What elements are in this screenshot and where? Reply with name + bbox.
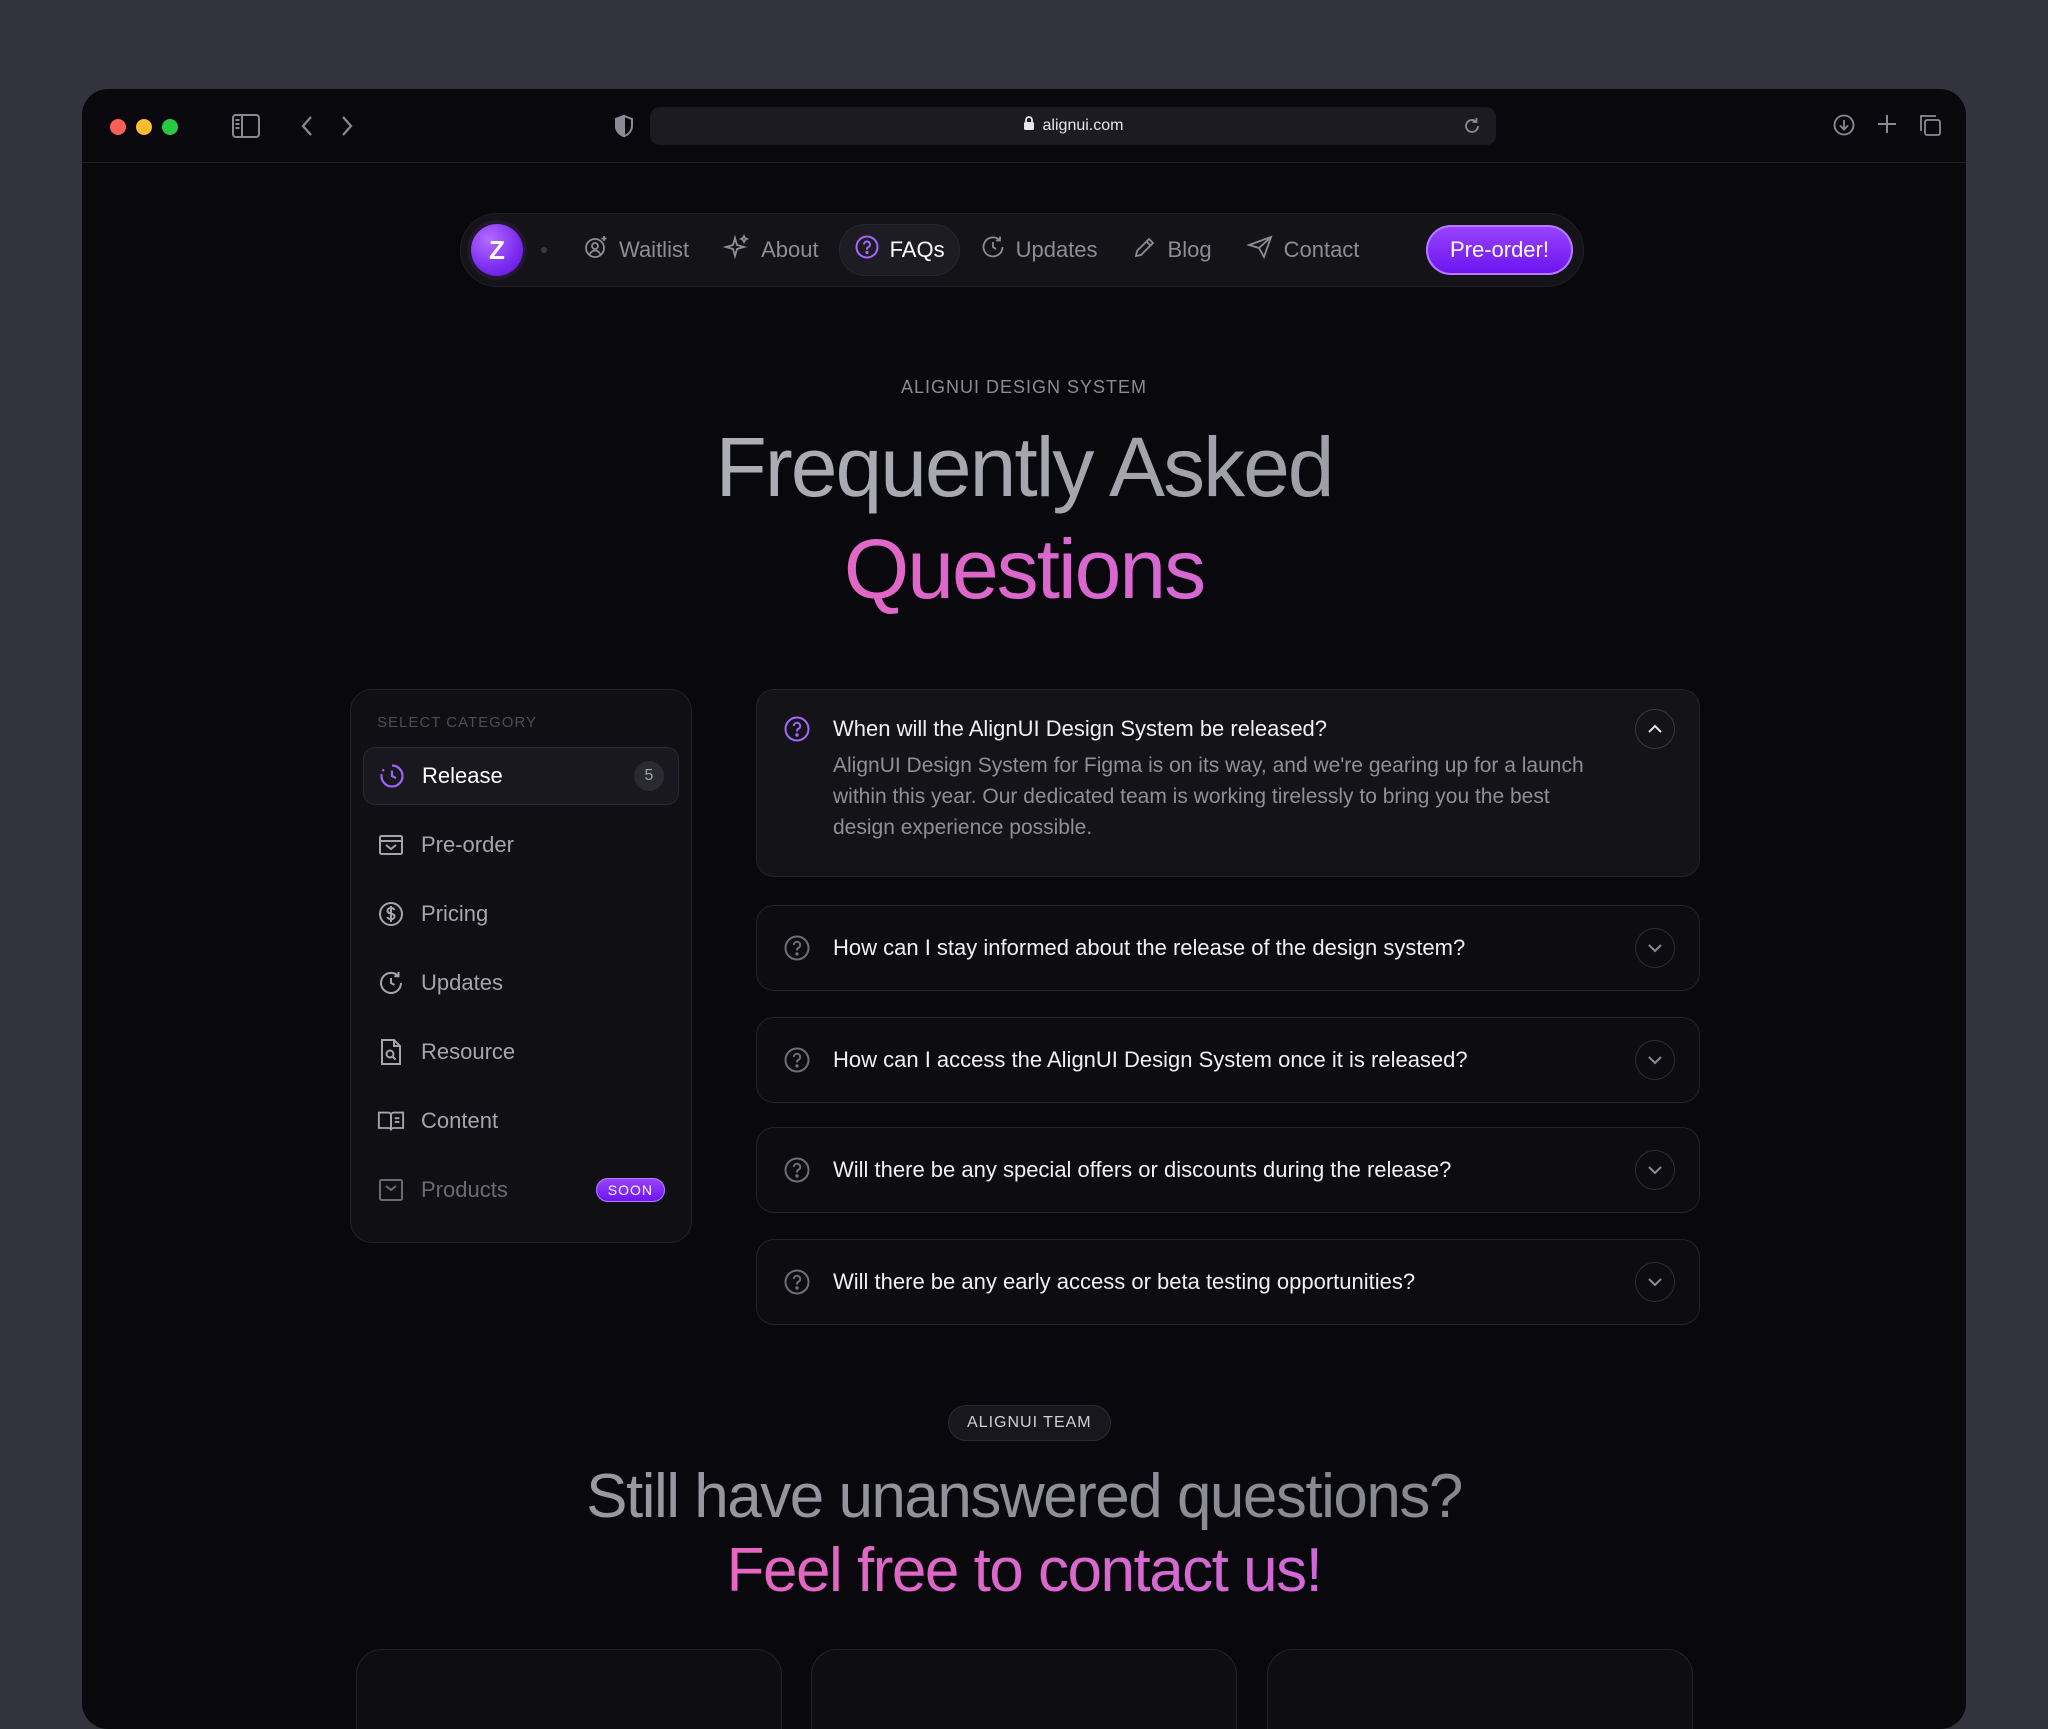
nav-item-updates[interactable]: Updates [966,224,1112,276]
updates-icon [377,969,405,997]
alignui-logo[interactable]: Z [471,224,523,276]
contact-card[interactable] [356,1649,782,1729]
category-count-badge: 5 [634,761,664,791]
faq-item[interactable]: Will there be any special offers or disc… [756,1127,1700,1213]
tab-overview-icon[interactable] [1918,113,1942,142]
chevron-down-icon[interactable] [1635,1150,1675,1190]
faq-question: How can I stay informed about the releas… [833,935,1466,960]
nav-item-contact[interactable]: Contact [1232,224,1374,276]
browser-chrome: alignui.com [82,89,1966,163]
category-panel: SELECT CATEGORY Release 5 Pre-order Pric… [350,689,692,1243]
faq-answer: AlignUI Design System for Figma is on it… [833,754,1584,839]
forward-icon[interactable] [340,115,354,142]
category-products: Products SOON [363,1161,679,1219]
nav-separator [541,247,547,253]
pencil-icon [1132,234,1158,266]
question-icon [783,934,811,962]
main-nav: Z Waitlist About FAQs Updates Blog Conta… [460,213,1584,287]
archive-icon [377,832,405,858]
question-icon [783,715,811,743]
chevron-down-icon[interactable] [1635,1262,1675,1302]
soon-badge: SOON [595,1178,665,1202]
shield-icon[interactable] [614,114,634,143]
send-icon [1245,234,1274,266]
maximize-window-button[interactable] [162,119,178,135]
nav-label: About [761,237,819,262]
category-release[interactable]: Release 5 [363,747,679,805]
faq-question: How can I access the AlignUI Design Syst… [833,1047,1468,1072]
chevron-down-icon[interactable] [1635,1040,1675,1080]
question-icon [854,234,880,266]
nav-item-faqs[interactable]: FAQs [838,224,960,276]
dollar-icon [377,900,405,928]
hero-title: Frequently Asked [82,419,1966,516]
category-label: Products [421,1177,508,1202]
nav-item-blog[interactable]: Blog [1118,224,1226,276]
faq-item[interactable]: How can I access the AlignUI Design Syst… [756,1017,1700,1103]
category-label: Pricing [421,901,489,926]
contact-card[interactable] [1267,1649,1693,1729]
category-updates[interactable]: Updates [363,954,679,1012]
nav-label: FAQs [889,237,945,262]
browser-window: alignui.com Z Waitlist About FAQs Update… [82,89,1966,1729]
lock-icon [1023,116,1035,136]
question-icon [783,1268,811,1296]
faq-question: Will there be any special offers or disc… [833,1157,1452,1182]
contact-title: Still have unanswered questions? [82,1461,1966,1532]
chevron-up-icon[interactable] [1635,709,1675,749]
file-search-icon [377,1038,405,1066]
chevron-down-icon[interactable] [1635,928,1675,968]
question-icon [783,1156,811,1184]
hero-eyebrow: ALIGNUI DESIGN SYSTEM [900,377,1148,397]
contact-card[interactable] [811,1649,1237,1729]
category-label: Content [421,1108,499,1133]
category-label: Resource [421,1039,516,1064]
reload-icon[interactable] [1462,116,1482,141]
category-label: Pre-order [421,832,514,857]
updates-icon [980,234,1006,266]
contact-title-highlight: Feel free to contact us! [82,1535,1966,1606]
download-icon[interactable] [1832,113,1856,142]
back-icon[interactable] [300,115,314,142]
nav-item-about[interactable]: About [709,224,833,276]
team-badge: ALIGNUI TEAM [948,1405,1111,1441]
category-pre-order[interactable]: Pre-order [363,816,679,874]
inbox-icon [377,1177,405,1203]
new-tab-icon[interactable] [1876,113,1898,140]
category-pricing[interactable]: Pricing [363,885,679,943]
nav-label: Waitlist [619,237,690,262]
release-icon [378,762,406,790]
nav-label: Blog [1167,237,1212,262]
waitlist-icon [583,234,609,266]
address-bar[interactable]: alignui.com [650,107,1496,145]
faq-question: Will there be any early access or beta t… [833,1269,1416,1294]
faq-item[interactable]: Will there be any early access or beta t… [756,1239,1700,1325]
faq-item-open[interactable]: When will the AlignUI Design System be r… [756,689,1700,877]
category-panel-title: SELECT CATEGORY [377,714,538,731]
close-window-button[interactable] [110,119,126,135]
category-content[interactable]: Content [363,1092,679,1150]
nav-label: Updates [1015,237,1098,262]
hero-title-highlight: Questions [82,521,1966,618]
sidebar-toggle-icon[interactable] [232,113,260,144]
minimize-window-button[interactable] [136,119,152,135]
sparkle-icon [722,233,751,267]
category-label: Release [422,763,503,788]
category-resource[interactable]: Resource [363,1023,679,1081]
book-icon [377,1108,405,1134]
nav-item-waitlist[interactable]: Waitlist [569,224,703,276]
preorder-button[interactable]: Pre-order! [1425,225,1573,275]
faq-question: When will the AlignUI Design System be r… [833,716,1328,741]
nav-label: Contact [1283,237,1360,262]
faq-item[interactable]: How can I stay informed about the releas… [756,905,1700,991]
category-label: Updates [421,970,503,995]
question-icon [783,1046,811,1074]
url-text: alignui.com [1042,117,1124,134]
